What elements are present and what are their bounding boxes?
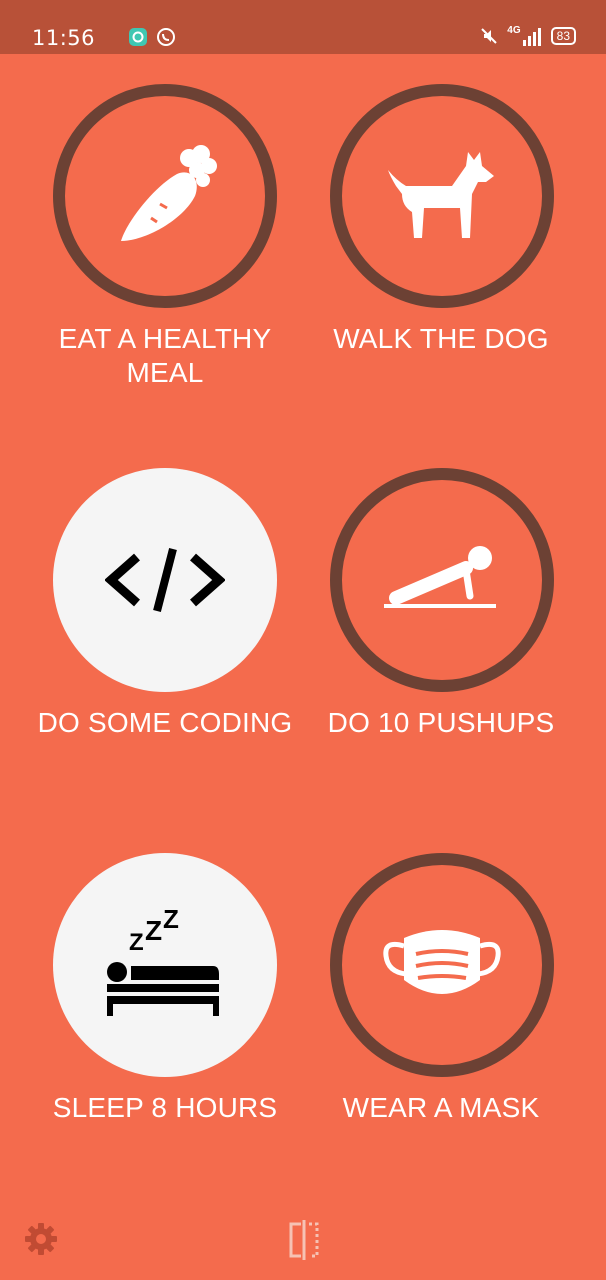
habit-wear-mask-button[interactable] [330,853,554,1077]
svg-text:Z: Z [163,910,179,934]
habit-label: DO SOME CODING [37,707,293,738]
chat-app-icon [128,27,148,47]
pushup-icon [382,540,502,620]
habit-label: EAT A HEALTHY MEAL [58,323,272,388]
whatsapp-icon [156,27,176,47]
sleep-icon: Z Z Z [105,910,225,1020]
carrot-icon [105,136,225,256]
mute-icon [479,26,499,46]
svg-text:Z: Z [145,915,162,946]
mask-icon [382,920,502,1010]
settings-icon[interactable] [24,1222,58,1261]
battery-icon: 83 [550,27,576,45]
habit-eat-healthy-meal-button[interactable] [53,84,277,308]
habit-label: SLEEP 8 HOURS [52,1092,278,1123]
habit-label: WEAR A MASK [342,1092,540,1123]
svg-text:Z: Z [129,929,144,956]
habit-walk-dog-button[interactable] [330,84,554,308]
habit-label: WALK THE DOG [333,323,549,354]
split-view-icon[interactable] [287,1220,321,1265]
habit-label: DO 10 PUSHUPS [327,707,555,738]
status-time: 11:56 [32,26,96,50]
status-bar: 11:56 4G 83 [0,0,606,54]
habit-coding-button[interactable] [53,468,277,692]
dog-icon [382,146,502,246]
battery-level: 83 [556,29,570,43]
signal-4g-icon: 4G [507,26,542,46]
code-icon [105,545,225,615]
habit-pushups-button[interactable] [330,468,554,692]
habit-sleep-button[interactable]: Z Z Z [53,853,277,1077]
